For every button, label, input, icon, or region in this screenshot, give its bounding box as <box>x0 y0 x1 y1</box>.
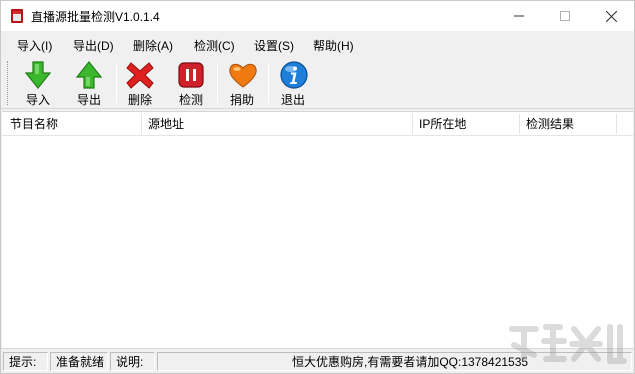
column-header-source-url[interactable]: 源地址 <box>142 112 412 136</box>
status-hint-label: 提示: <box>3 352 48 371</box>
import-arrow-down-icon <box>24 61 52 89</box>
status-desc-label: 说明: <box>110 352 155 371</box>
source-list[interactable]: 节目名称 源地址 IP所在地 检测结果 <box>2 111 633 348</box>
close-icon <box>605 10 617 22</box>
donate-button[interactable]: 捐助 <box>218 59 266 107</box>
heart-icon <box>229 63 257 88</box>
delete-button[interactable]: 删除 <box>116 59 164 107</box>
check-button[interactable]: 检测 <box>167 59 215 107</box>
check-label: 检测 <box>178 93 203 107</box>
maximize-button[interactable] <box>542 1 588 31</box>
menu-bar: 导入(I) 导出(D) 删除(A) 检测(C) 设置(S) 帮助(H) <box>1 31 634 57</box>
column-header-program-name[interactable]: 节目名称 <box>4 112 140 136</box>
column-divider[interactable] <box>616 114 617 134</box>
exit-label: 退出 <box>280 93 305 107</box>
status-hint-value: 准备就绪 <box>50 352 108 371</box>
delete-x-icon <box>126 62 154 89</box>
menu-export[interactable]: 导出(D) <box>73 37 114 54</box>
export-label: 导出 <box>76 93 101 107</box>
menu-delete[interactable]: 删除(A) <box>133 37 173 54</box>
app-window: 直播源批量检测V1.0.1.4 导入(I) 导出(D) 删除(A) 检测(C) … <box>0 0 635 374</box>
menu-settings[interactable]: 设置(S) <box>254 37 294 54</box>
app-icon <box>11 9 23 23</box>
import-button[interactable]: 导入 <box>14 59 62 107</box>
exit-button[interactable]: 退出 <box>269 59 317 107</box>
info-icon <box>280 61 308 89</box>
minimize-button[interactable] <box>496 1 542 31</box>
minimize-icon <box>514 15 524 17</box>
column-header-check-result[interactable]: 检测结果 <box>520 112 616 136</box>
column-header-ip-location[interactable]: IP所在地 <box>413 112 519 136</box>
delete-label: 删除 <box>127 93 152 107</box>
maximize-icon <box>560 11 570 21</box>
donate-label: 捐助 <box>229 93 254 107</box>
watermark-logo <box>509 324 627 364</box>
import-label: 导入 <box>25 93 50 107</box>
list-header: 节目名称 源地址 IP所在地 检测结果 <box>2 112 633 136</box>
list-body[interactable] <box>2 136 633 348</box>
menu-import[interactable]: 导入(I) <box>17 37 52 54</box>
toolbar: 导入 导出 删除 检测 捐助 退出 <box>1 57 634 109</box>
export-arrow-up-icon <box>75 61 103 89</box>
menu-check[interactable]: 检测(C) <box>194 37 235 54</box>
toolbar-grip[interactable] <box>7 61 10 105</box>
pause-icon <box>178 62 204 88</box>
title-bar: 直播源批量检测V1.0.1.4 <box>1 1 634 31</box>
close-button[interactable] <box>588 1 634 31</box>
window-title: 直播源批量检测V1.0.1.4 <box>31 10 160 24</box>
export-button[interactable]: 导出 <box>65 59 113 107</box>
menu-help[interactable]: 帮助(H) <box>313 37 354 54</box>
